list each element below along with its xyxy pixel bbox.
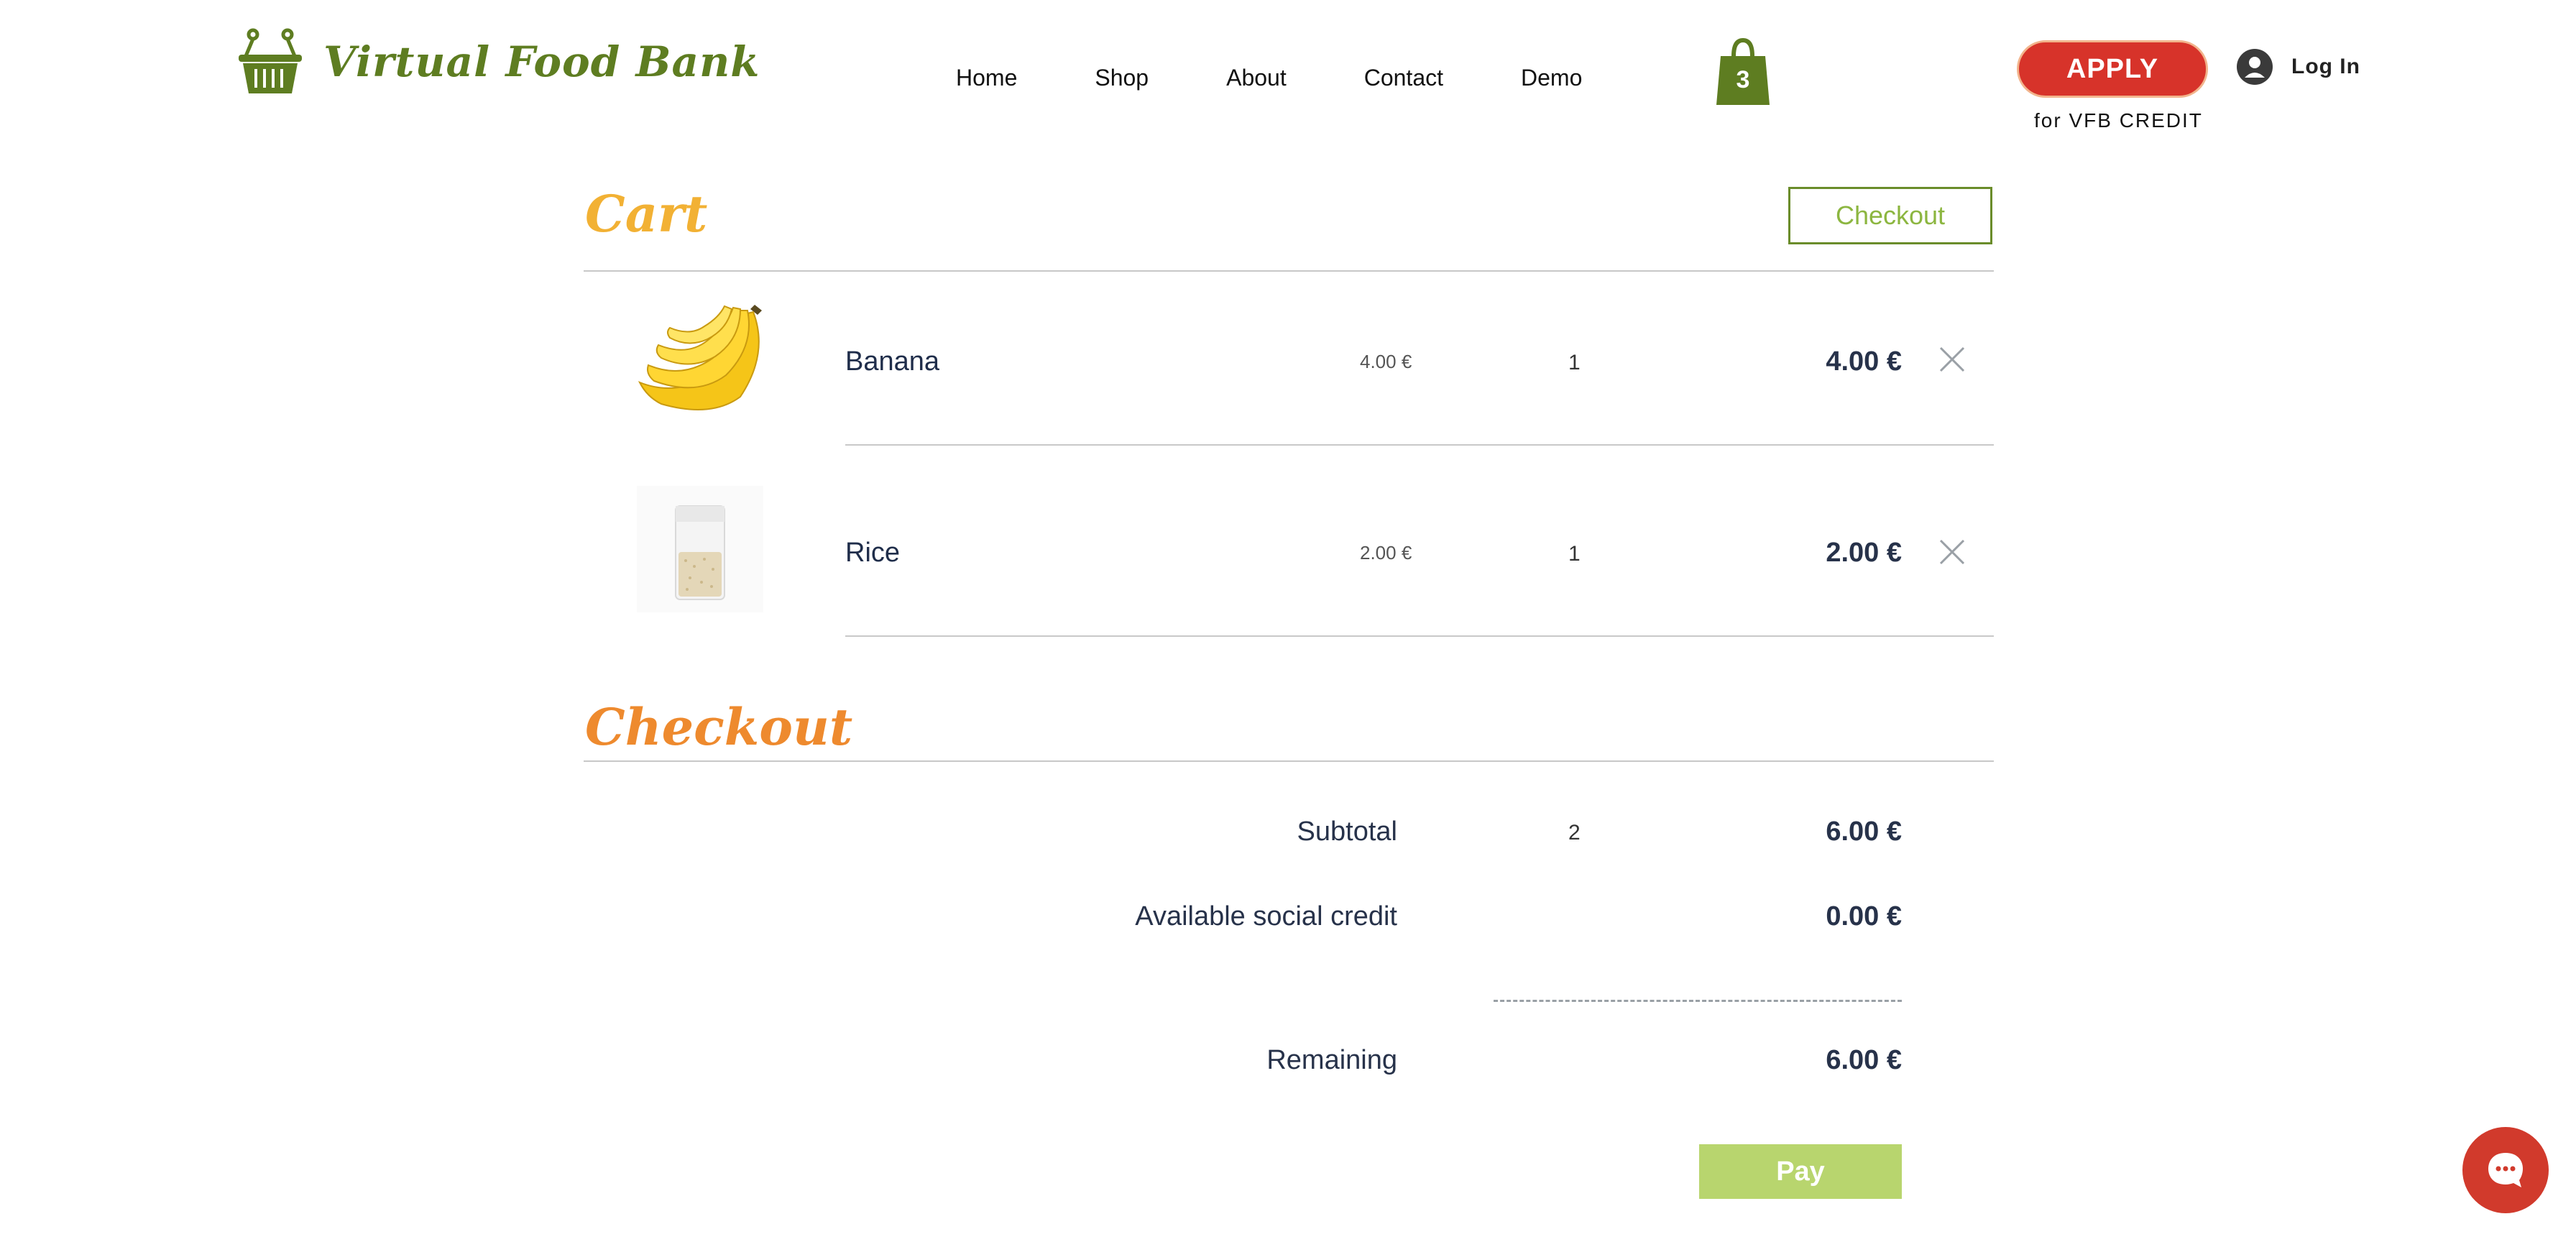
cart-item-total: 2.00 €	[1826, 538, 1902, 568]
cart-item-total: 4.00 €	[1826, 346, 1902, 377]
nav-home[interactable]: Home	[956, 65, 1017, 91]
user-avatar-icon	[2237, 49, 2273, 85]
chat-button[interactable]	[2462, 1127, 2549, 1213]
pay-button[interactable]: Pay	[1699, 1144, 1902, 1199]
cart-item-unit-price: 2.00 €	[1360, 542, 1412, 564]
rice-bag-image[interactable]	[637, 486, 763, 612]
main-nav: Home Shop About Contact Demo	[956, 65, 1582, 91]
subtotal-value: 6.00 €	[1826, 816, 1902, 847]
cart-bag-button[interactable]: 3	[1716, 37, 1770, 105]
login-label: Log In	[2291, 55, 2360, 78]
cart-item-name[interactable]: Banana	[845, 346, 939, 377]
credit-label: Available social credit	[1135, 901, 1397, 932]
banana-image[interactable]	[632, 296, 768, 417]
nav-shop[interactable]: Shop	[1095, 65, 1149, 91]
close-icon[interactable]	[1938, 345, 1966, 374]
remaining-value: 6.00 €	[1826, 1045, 1902, 1075]
login-button[interactable]: Log In	[2237, 49, 2360, 85]
nav-about[interactable]: About	[1226, 65, 1287, 91]
basket-icon	[239, 28, 302, 93]
nav-demo[interactable]: Demo	[1521, 65, 1582, 91]
chat-icon	[2488, 1153, 2523, 1187]
row-divider	[845, 635, 1994, 637]
subtotal-quantity: 2	[1568, 821, 1581, 845]
checkout-title: Checkout	[585, 697, 853, 757]
cart-count: 3	[1736, 66, 1750, 93]
cart-item-unit-price: 4.00 €	[1360, 351, 1412, 372]
close-icon[interactable]	[1938, 538, 1966, 566]
brand-name: Virtual Food Bank	[323, 37, 760, 86]
remaining-label: Remaining	[1266, 1045, 1397, 1075]
cart-item-quantity[interactable]: 1	[1568, 351, 1581, 375]
cart-item-name[interactable]: Rice	[845, 538, 900, 569]
summary-divider	[1494, 1000, 1902, 1002]
checkout-divider	[584, 760, 1994, 762]
subtotal-label: Subtotal	[1297, 816, 1397, 847]
cart-item-quantity[interactable]: 1	[1568, 542, 1581, 566]
brand-logo[interactable]: Virtual Food Bank	[236, 26, 760, 98]
nav-contact[interactable]: Contact	[1364, 65, 1443, 91]
credit-value: 0.00 €	[1826, 901, 1902, 932]
checkout-button[interactable]: Checkout	[1788, 187, 1992, 244]
row-divider	[845, 444, 1994, 446]
apply-button[interactable]: APPLY	[2017, 40, 2208, 98]
cart-title: Cart	[585, 184, 708, 244]
cart-divider	[584, 270, 1994, 272]
apply-subtext: for VFB CREDIT	[2034, 109, 2203, 132]
